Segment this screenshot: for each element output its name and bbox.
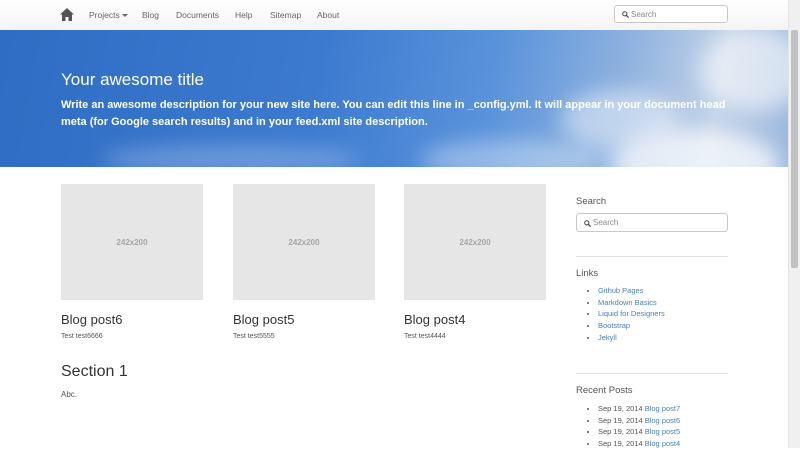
post-thumbnail[interactable]: 242x200 xyxy=(233,184,375,300)
nav-sitemap[interactable]: Sitemap xyxy=(270,10,301,20)
link-github-pages[interactable]: Github Pages xyxy=(598,286,643,295)
hero-description: Write an awesome description for your ne… xyxy=(61,99,726,128)
section-body: Abc. xyxy=(61,390,78,399)
sidebar-search-box xyxy=(576,213,728,232)
post-excerpt: Test test6666 xyxy=(61,333,103,340)
list-item: Sep 19, 2014 Blog post5 xyxy=(598,426,680,438)
list-item: Markdown Basics xyxy=(598,297,665,309)
sidebar-search-heading: Search xyxy=(576,196,607,207)
post-thumbnail[interactable]: 242x200 xyxy=(404,184,546,300)
list-item: Sep 19, 2014 Blog post7 xyxy=(598,403,680,415)
post-date: Sep 19, 2014 xyxy=(598,439,643,449)
section-heading: Section 1 xyxy=(61,363,128,380)
post-date: Sep 19, 2014 xyxy=(598,404,643,413)
recent-posts-list: Sep 19, 2014 Blog post7 Sep 19, 2014 Blo… xyxy=(588,403,680,450)
hero-banner: Your awesome title Write an awesome desc… xyxy=(0,30,788,167)
sidebar-search-input[interactable] xyxy=(593,214,683,231)
nav-projects-label: Projects xyxy=(89,10,120,20)
nav-blog[interactable]: Blog xyxy=(142,10,159,20)
cloud-decoration xyxy=(420,140,600,167)
search-icon xyxy=(584,220,591,227)
post-card: 242x200 Blog post4 Test test4444 xyxy=(404,184,546,340)
link-markdown-basics[interactable]: Markdown Basics xyxy=(598,298,657,307)
post-date: Sep 19, 2014 xyxy=(598,415,643,425)
hero-title: Your awesome title xyxy=(61,70,205,89)
nav-documents[interactable]: Documents xyxy=(176,10,219,20)
post-thumbnail[interactable]: 242x200 xyxy=(61,184,203,300)
list-item: Sep 19, 2014 Blog post6 xyxy=(598,415,680,427)
post-excerpt: Test test5555 xyxy=(233,333,275,340)
nav-projects-dropdown[interactable]: Projects xyxy=(89,10,128,20)
list-item: Github Pages xyxy=(598,285,665,297)
post-card: 242x200 Blog post6 Test test6666 xyxy=(61,184,203,340)
search-icon xyxy=(622,11,629,18)
nav-help[interactable]: Help xyxy=(235,10,252,20)
navbar-search-box xyxy=(614,5,728,23)
scrollbar-thumb[interactable] xyxy=(791,30,798,268)
post-title-link[interactable]: Blog post4 xyxy=(404,312,546,327)
list-item: Jekyll xyxy=(598,332,665,344)
navbar-search-input[interactable] xyxy=(631,6,721,22)
list-item: Bootstrap xyxy=(598,320,665,332)
nav-about[interactable]: About xyxy=(317,10,339,20)
caret-down-icon xyxy=(121,14,128,18)
recent-post-link[interactable]: Blog post4 xyxy=(645,439,680,448)
sidebar-links-heading: Links xyxy=(576,268,599,279)
post-excerpt: Test test4444 xyxy=(404,333,446,340)
recent-post-link[interactable]: Blog post5 xyxy=(645,427,680,436)
link-jekyll[interactable]: Jekyll xyxy=(598,333,617,342)
link-liquid-designers[interactable]: Liquid for Designers xyxy=(598,309,665,318)
divider xyxy=(576,256,728,257)
post-date: Sep 19, 2014 xyxy=(598,427,643,437)
post-card: 242x200 Blog post5 Test test5555 xyxy=(233,184,375,340)
link-bootstrap[interactable]: Bootstrap xyxy=(598,321,630,330)
list-item: Liquid for Designers xyxy=(598,308,665,320)
cloud-decoration xyxy=(100,145,360,167)
recent-post-link[interactable]: Blog post7 xyxy=(645,404,680,413)
post-title-link[interactable]: Blog post5 xyxy=(233,312,375,327)
page-scrollbar[interactable] xyxy=(788,0,800,448)
post-title-link[interactable]: Blog post6 xyxy=(61,312,203,327)
divider xyxy=(576,373,728,374)
navbar: Projects Blog Documents Help Sitemap Abo… xyxy=(0,0,800,31)
sidebar-recent-heading: Recent Posts xyxy=(576,385,633,396)
recent-post-link[interactable]: Blog post6 xyxy=(645,416,680,425)
links-list: Github Pages Markdown Basics Liquid for … xyxy=(588,285,665,343)
home-icon[interactable] xyxy=(60,8,74,21)
